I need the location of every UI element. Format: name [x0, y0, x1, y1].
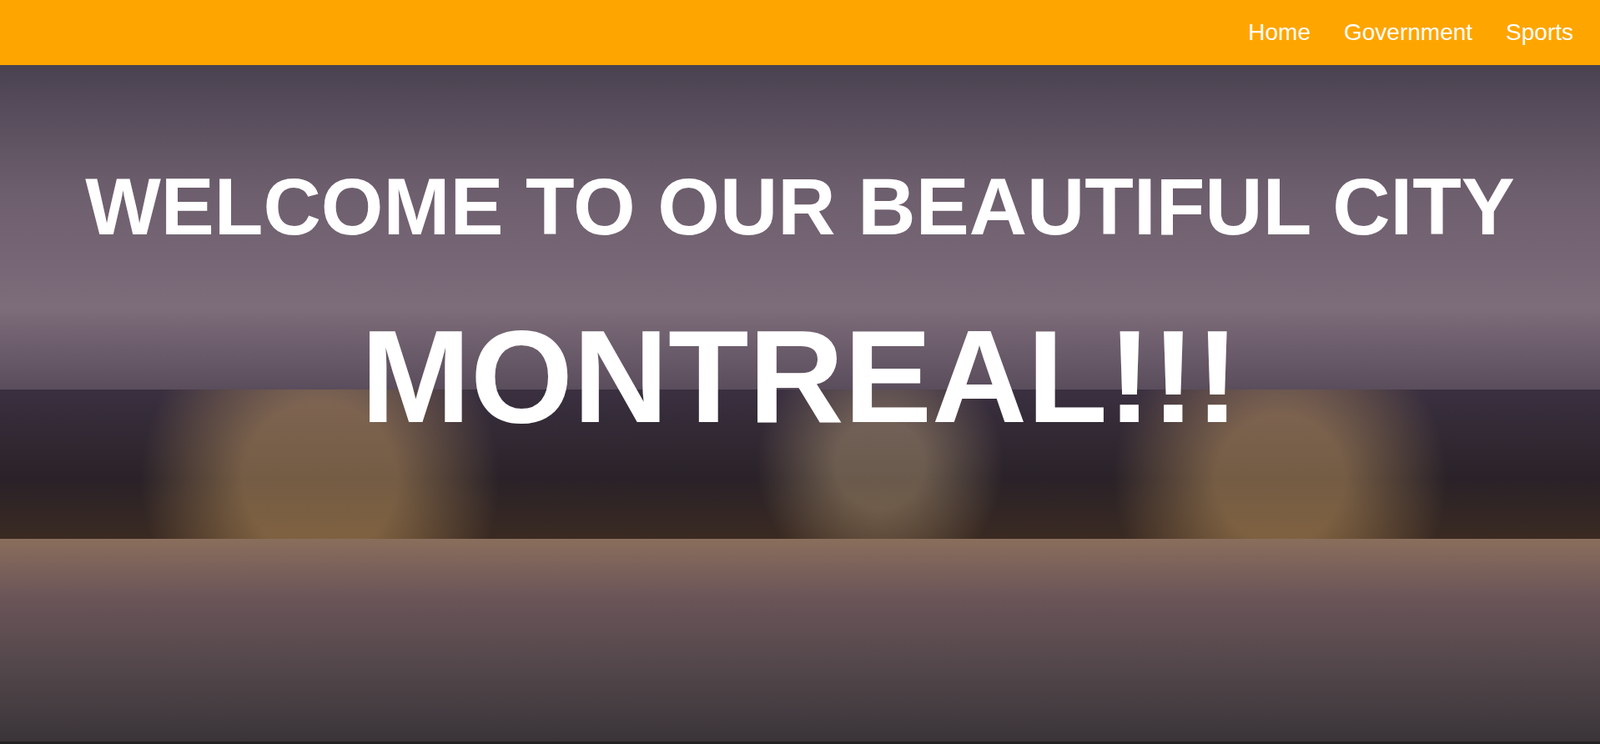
hero-title: WELCOME TO OUR BEAUTIFUL CITY — [85, 158, 1515, 255]
hero-subtitle: MONTREAL!!! — [360, 304, 1239, 450]
nav-link[interactable]: Government — [1343, 19, 1473, 46]
nav-menu: Home Government Sports — [1247, 19, 1574, 46]
hero-text: WELCOME TO OUR BEAUTIFUL CITY MONTREAL!!! — [0, 65, 1600, 450]
frozen-river — [0, 538, 1600, 742]
page: Home Government Sports WELCOME TO OUR BEAUT… — [0, 0, 1600, 744]
hero-banner: WELCOME TO OUR BEAUTIFUL CITY MONTREAL!!! — [0, 65, 1600, 744]
navbar: Home Government Sports — [0, 0, 1600, 66]
nav-link[interactable]: Sports — [1505, 19, 1574, 46]
nav-link[interactable]: Home — [1247, 19, 1311, 46]
